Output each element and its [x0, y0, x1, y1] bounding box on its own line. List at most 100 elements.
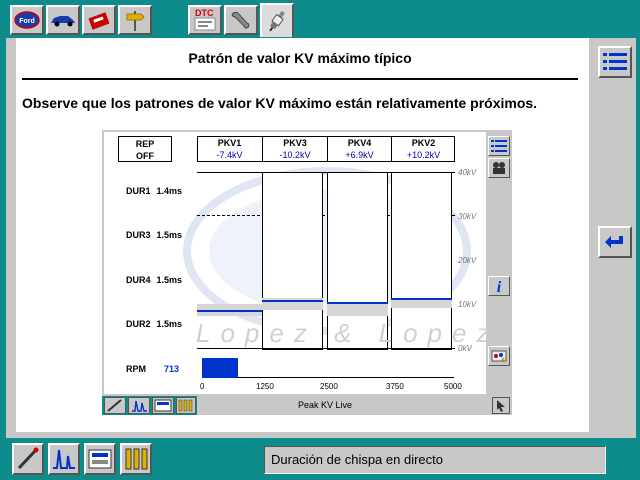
pkv-value: +10.2kV — [406, 150, 441, 160]
rpm-gauge — [202, 358, 454, 378]
pkv-name: PKV2 — [411, 138, 436, 148]
list-icon — [491, 140, 507, 152]
spark-plug-icon — [269, 10, 285, 32]
title-divider — [22, 78, 578, 80]
spark-probe-icon — [17, 447, 39, 470]
spark-plug-button[interactable] — [260, 3, 294, 37]
scope-exit-button[interactable] — [492, 397, 510, 414]
waveform-icon — [132, 400, 147, 412]
bottom-toolbar: Duración de chispa en directo — [0, 440, 640, 480]
waveform-icon — [53, 449, 75, 469]
bars-icon — [178, 399, 193, 412]
scope-waveform-button[interactable] — [128, 397, 150, 414]
status-text-box: Duración de chispa en directo — [264, 446, 606, 474]
vehicle-button[interactable] — [46, 5, 80, 35]
ford-logo-button[interactable]: Ford — [10, 5, 44, 35]
rpm-gauge-fill — [202, 358, 238, 378]
kv-scale-label: 10kV — [458, 300, 477, 309]
pkv-column: PKV1 -7.4kV — [197, 136, 262, 162]
rpm-tick: 0 — [200, 382, 205, 391]
duration-row: DUR4 1.5ms — [126, 275, 182, 285]
content-page: Patrón de valor KV máximo típico Observe… — [16, 38, 589, 432]
camera-icon — [493, 162, 505, 174]
signpost-icon — [126, 11, 145, 31]
rpm-tick: 2500 — [320, 382, 338, 391]
pointer-icon — [497, 400, 505, 412]
page-description: Observe que los patrones de valor KV máx… — [22, 95, 538, 111]
dtc-label: DTC — [195, 8, 214, 18]
palette-icon — [491, 350, 507, 362]
pkv-name: PKV4 — [347, 138, 372, 148]
pkv-name: PKV3 — [283, 138, 307, 148]
duration-value: 1.4ms — [156, 186, 183, 196]
duration-label: DUR4 — [126, 275, 151, 285]
top-toolbar: Ford DTC — [0, 0, 640, 38]
trace-line — [262, 300, 323, 302]
kv-scale-label: 30kV — [458, 212, 477, 221]
duration-label: DUR3 — [126, 230, 151, 240]
scope-info-button[interactable]: i — [488, 276, 510, 296]
toolbox-icon — [88, 12, 110, 30]
wrench-button[interactable] — [224, 5, 258, 35]
kv-scale-label: 20kV — [458, 256, 477, 265]
dtc-button[interactable]: DTC — [188, 5, 222, 35]
scope-meter-button[interactable] — [152, 397, 174, 414]
info-icon: i — [497, 279, 502, 294]
pkv-column: PKV2 +10.2kV — [391, 136, 455, 162]
scope-list-button[interactable] — [488, 136, 510, 156]
duration-row: DUR2 1.5ms — [126, 319, 182, 329]
pkv-column: PKV4 +6.9kV — [327, 136, 391, 162]
scope-bars-button[interactable] — [176, 397, 196, 414]
list-icon — [603, 53, 627, 70]
rpm-tick: 5000 — [444, 382, 462, 391]
scope-screen: REP OFF PKV1 -7.4kV PKV3 -10.2kV PKV4 +6… — [104, 132, 489, 394]
scope-camera-button[interactable] — [488, 158, 510, 178]
duration-row: DUR1 1.4ms — [126, 186, 182, 196]
duration-value: 1.5ms — [156, 230, 183, 240]
scope-palette-button[interactable] — [488, 346, 510, 366]
waveform-tool-button[interactable] — [48, 443, 80, 475]
probe-icon — [107, 399, 122, 412]
return-arrow-icon — [605, 236, 623, 248]
rep-value: OFF — [136, 151, 154, 161]
contents-button[interactable] — [598, 46, 632, 78]
rpm-tick: 3750 — [386, 382, 404, 391]
probe-tool-button[interactable] — [12, 443, 44, 475]
svg-text:Ford: Ford — [19, 18, 35, 25]
pkv-value: +6.9kV — [345, 150, 374, 160]
trace-line — [391, 298, 452, 300]
wrench-icon — [231, 11, 250, 29]
meter-icon — [88, 449, 112, 469]
meter-icon — [154, 399, 172, 412]
bargraph-tool-button[interactable] — [120, 443, 152, 475]
main-panel: Patrón de valor KV máximo típico Observe… — [6, 38, 636, 438]
signpost-button[interactable] — [118, 5, 152, 35]
rep-cell[interactable]: REP OFF — [118, 136, 172, 162]
duration-value: 1.5ms — [156, 319, 183, 329]
duration-label: DUR2 — [126, 319, 151, 329]
trace-band — [327, 302, 388, 316]
ford-logo-icon: Ford — [14, 11, 40, 29]
toolbox-button[interactable] — [82, 5, 116, 35]
duration-value: 1.5ms — [156, 275, 183, 285]
meter-tool-button[interactable] — [84, 443, 116, 475]
rpm-value: 713 — [164, 364, 180, 374]
pkv-value: -10.2kV — [279, 150, 311, 160]
trace-line — [197, 310, 262, 312]
scope-status-text: Peak KV Live — [298, 400, 353, 410]
rep-label: REP — [135, 139, 155, 149]
duration-label: DUR1 — [126, 186, 151, 196]
rpm-tick: 1250 — [256, 382, 274, 391]
scope-display: REP OFF PKV1 -7.4kV PKV3 -10.2kV PKV4 +6… — [102, 130, 512, 415]
scope-probe-button[interactable] — [104, 397, 126, 414]
car-icon — [51, 16, 75, 27]
pkv-value: -7.4kV — [216, 150, 243, 160]
svg-text:i: i — [497, 279, 502, 294]
bars-icon — [125, 448, 148, 470]
page-title: Patrón de valor KV máximo típico — [188, 50, 412, 66]
rpm-label: RPM — [126, 364, 146, 374]
trace-line — [327, 302, 388, 304]
kv-scale-label: 40kV — [458, 168, 477, 177]
back-button[interactable] — [598, 226, 632, 258]
duration-row: DUR3 1.5ms — [126, 230, 182, 240]
